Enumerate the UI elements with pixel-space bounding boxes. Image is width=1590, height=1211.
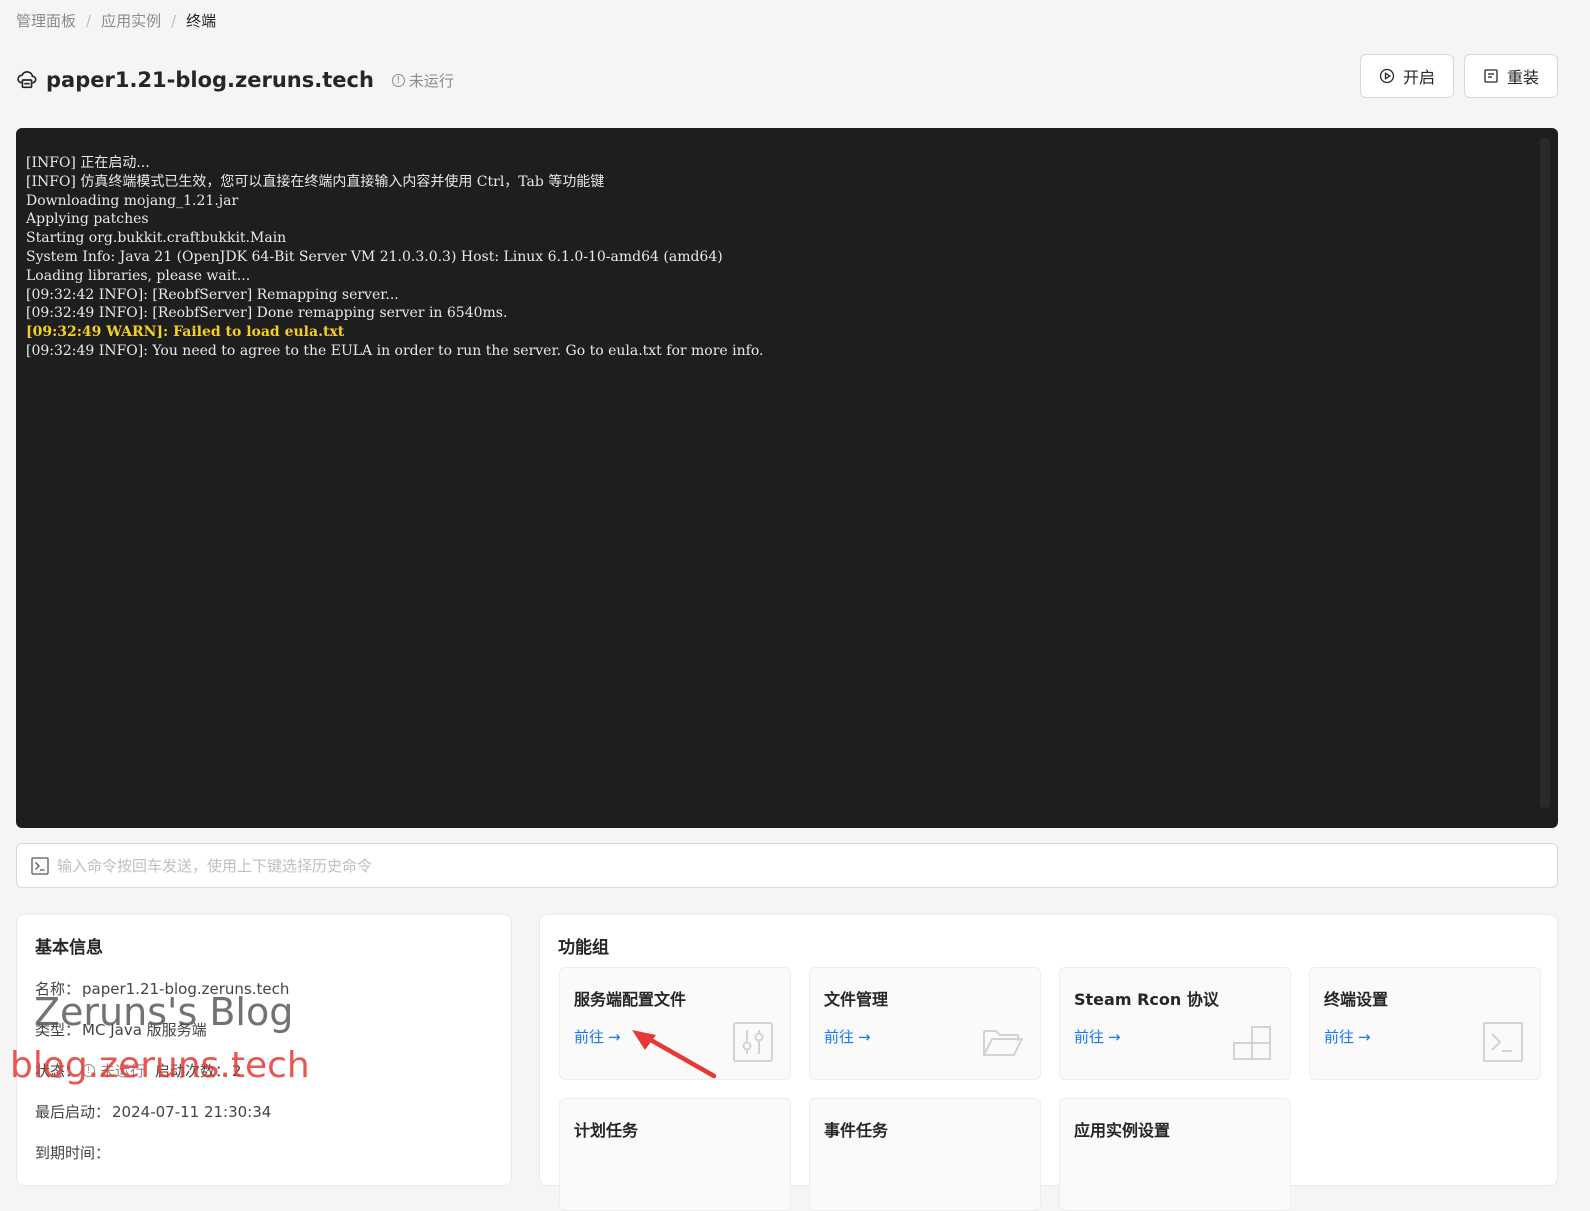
info-row-expire: 到期时间： xyxy=(35,1142,493,1163)
go-link-label: 前往 xyxy=(824,1028,855,1046)
info-name-value: paper1.21-blog.zeruns.tech xyxy=(82,979,290,998)
function-group-title: 功能组 xyxy=(558,938,609,958)
command-input-box xyxy=(16,843,1558,888)
breadcrumb-item-dashboard[interactable]: 管理面板 xyxy=(16,10,76,31)
function-item-file-manager[interactable]: 文件管理 前往 → xyxy=(809,967,1041,1080)
terminal-line: System Info: Java 21 (OpenJDK 64-Bit Ser… xyxy=(26,248,723,265)
function-item-name: 计划任务 xyxy=(574,1121,639,1140)
terminal-line: [09:32:49 INFO]: [ReobfServer] Done rema… xyxy=(26,305,508,322)
go-link-label: 前往 xyxy=(574,1028,605,1046)
go-link-label: 前往 xyxy=(1324,1028,1355,1046)
terminal-line: [09:32:42 INFO]: [ReobfServer] Remapping… xyxy=(26,286,399,303)
basic-info-card: 基本信息 名称： paper1.21-blog.zeruns.tech 类型： … xyxy=(16,914,512,1186)
arrow-right-icon: → xyxy=(858,1027,871,1046)
start-button[interactable]: 开启 xyxy=(1359,54,1454,98)
function-item-terminal-settings[interactable]: 终端设置 前往 → xyxy=(1309,967,1541,1080)
reinstall-button[interactable]: 重装 xyxy=(1463,54,1558,98)
function-item-name: 服务端配置文件 xyxy=(574,990,687,1009)
terminal-line: [INFO] 仿真终端模式已生效，您可以直接在终端内直接输入内容并使用 Ctrl… xyxy=(26,173,605,190)
command-input[interactable] xyxy=(55,855,1557,876)
function-item-name: 文件管理 xyxy=(824,990,889,1009)
instance-status-text: 未运行 xyxy=(408,71,454,90)
info-name-label: 名称： xyxy=(35,980,81,998)
function-item-name: 事件任务 xyxy=(824,1121,889,1140)
info-status-label: 状态： xyxy=(35,1062,81,1080)
terminal-line: Applying patches xyxy=(26,211,149,228)
reinstall-icon xyxy=(1484,69,1498,83)
terminal-line: Downloading mojang_1.21.jar xyxy=(26,192,239,209)
breadcrumb-item-terminal: 终端 xyxy=(186,12,217,30)
terminal-scrollbar[interactable] xyxy=(1540,138,1550,808)
instance-header: paper1.21-blog.zeruns.tech ! 未运行 开启 重装 xyxy=(16,54,1558,98)
info-row-type: 类型： MC Java 版服务端 xyxy=(35,1019,493,1040)
breadcrumb-item-instances[interactable]: 应用实例 xyxy=(101,10,161,31)
blocks-icon xyxy=(1233,1026,1271,1060)
instance-status: ! 未运行 xyxy=(391,70,454,91)
go-link-label: 前往 xyxy=(1074,1028,1105,1046)
arrow-right-icon: → xyxy=(608,1027,621,1046)
basic-info-title: 基本信息 xyxy=(35,938,103,958)
arrow-right-icon: → xyxy=(1358,1027,1371,1046)
terminal-line: [INFO] 正在启动... xyxy=(26,155,150,171)
play-circle-icon xyxy=(1379,68,1395,84)
info-start-count-value: 2 xyxy=(232,1061,242,1080)
info-last-start-value: 2024-07-11 21:30:34 xyxy=(112,1102,272,1121)
terminal-line-warning: [09:32:49 WARN]: Failed to load eula.txt xyxy=(26,324,345,341)
start-button-label: 开启 xyxy=(1402,68,1435,87)
info-icon: ! xyxy=(391,73,405,87)
function-grid: 服务端配置文件 前往 → 文件管理 前往 → Steam Rcon 协议 前往 … xyxy=(559,967,1541,1211)
function-item-server-config[interactable]: 服务端配置文件 前往 → xyxy=(559,967,791,1080)
function-group-card: 功能组 服务端配置文件 前往 → 文件管理 前往 → Steam Rcon 协议… xyxy=(539,914,1558,1211)
info-type-label: 类型： xyxy=(35,1021,81,1039)
instance-title: paper1.21-blog.zeruns.tech xyxy=(46,68,374,92)
terminal-line: Loading libraries, please wait... xyxy=(26,267,251,284)
info-icon: ! xyxy=(82,1064,96,1077)
arrow-right-icon: → xyxy=(1108,1027,1121,1046)
function-item-name: 应用实例设置 xyxy=(1074,1121,1171,1140)
terminal-icon xyxy=(1483,1022,1523,1062)
function-item-name: Steam Rcon 协议 xyxy=(1074,990,1219,1009)
info-row-status: 状态： ! 未运行 启动次数： 2 xyxy=(35,1060,493,1081)
info-status-value: 未运行 xyxy=(100,1062,146,1080)
folder-open-icon xyxy=(983,1030,1024,1056)
function-item-scheduled-tasks[interactable]: 计划任务 xyxy=(559,1098,791,1211)
info-row-name: 名称： paper1.21-blog.zeruns.tech xyxy=(35,978,493,999)
function-item-name: 终端设置 xyxy=(1324,990,1389,1009)
terminal-prompt-icon xyxy=(31,856,49,875)
function-item-steam-rcon[interactable]: Steam Rcon 协议 前往 → xyxy=(1059,967,1291,1080)
info-expire-label: 到期时间： xyxy=(35,1144,111,1162)
reinstall-button-label: 重装 xyxy=(1506,68,1539,87)
info-type-value: MC Java 版服务端 xyxy=(82,1021,207,1039)
instance-actions: 开启 重装 xyxy=(1359,54,1558,98)
info-row-last-start: 最后启动： 2024-07-11 21:30:34 xyxy=(35,1101,493,1122)
info-last-start-label: 最后启动： xyxy=(35,1103,111,1121)
function-item-event-tasks[interactable]: 事件任务 xyxy=(809,1098,1041,1211)
cloud-server-icon xyxy=(16,69,38,91)
info-start-count-label: 启动次数： xyxy=(155,1062,231,1080)
breadcrumb-separator: / xyxy=(86,11,92,30)
terminal-line: [09:32:49 INFO]: You need to agree to th… xyxy=(26,342,764,359)
terminal-line: Starting org.bukkit.craftbukkit.Main xyxy=(26,230,287,247)
sliders-icon xyxy=(733,1022,773,1062)
terminal-output[interactable]: [INFO] 正在启动... [INFO] 仿真终端模式已生效，您可以直接在终端… xyxy=(16,128,1558,828)
function-item-instance-settings[interactable]: 应用实例设置 xyxy=(1059,1098,1291,1211)
breadcrumb: 管理面板 / 应用实例 / 终端 xyxy=(16,10,216,31)
breadcrumb-separator: / xyxy=(171,11,177,30)
